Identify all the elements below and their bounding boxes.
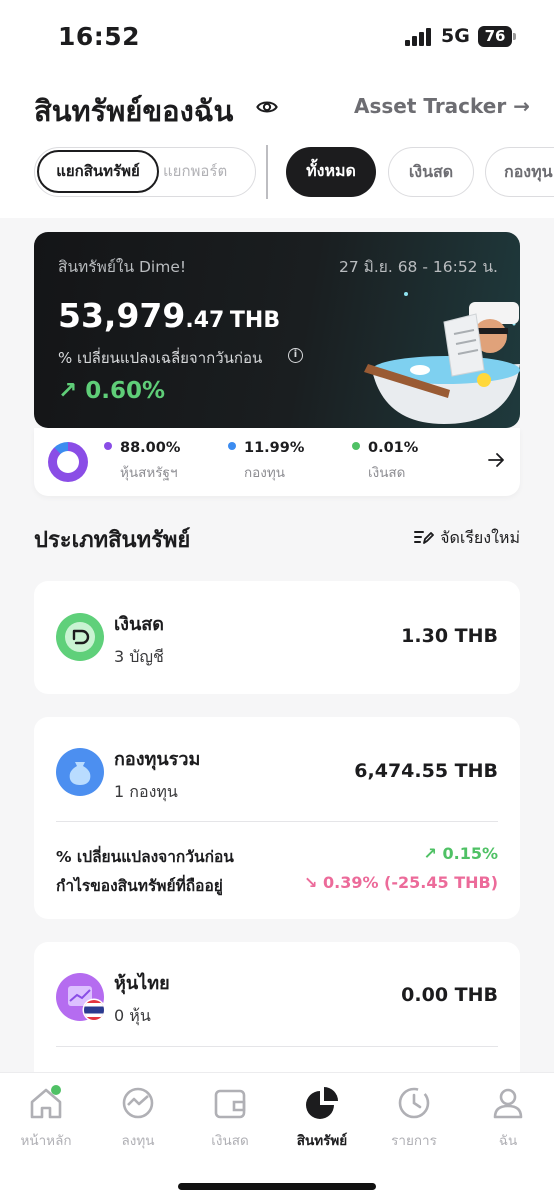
allocation-item: 0.01% เงินสด — [352, 440, 418, 483]
battery-icon: 76 — [478, 26, 516, 47]
page-title: สินทรัพย์ของฉัน — [34, 94, 234, 128]
dot-icon — [352, 442, 360, 450]
tab-profile[interactable]: ฉัน — [462, 1085, 554, 1151]
status-time: 16:52 — [58, 22, 141, 51]
tab-invest[interactable]: ลงทุน — [92, 1085, 184, 1151]
wallet-icon — [214, 1089, 246, 1119]
filter-cash[interactable]: เงินสด — [388, 147, 474, 197]
tab-label: ฉัน — [498, 1133, 518, 1149]
page-header: สินทรัพย์ของฉัน Asset Tracker → แยกสินทร… — [0, 70, 554, 218]
chart-icon — [122, 1087, 154, 1119]
dot-icon — [228, 442, 236, 450]
asset-sub: 3 บัญชี — [114, 647, 164, 666]
clock-icon — [398, 1087, 430, 1119]
asset-name: หุ้นไทย — [114, 973, 170, 994]
user-icon — [493, 1088, 523, 1119]
asset-tracker-link[interactable]: Asset Tracker → — [354, 94, 530, 118]
amount-main: 53,979 — [58, 296, 186, 335]
portfolio-label: สินทรัพย์ใน Dime! — [58, 258, 187, 276]
tab-label: รายการ — [391, 1133, 437, 1149]
divider — [56, 1046, 498, 1047]
asset-card-fund[interactable]: กองทุนรวม 1 กองทุน 6,474.55 THB % เปลี่ย… — [34, 717, 520, 919]
divider — [56, 821, 498, 822]
asset-name: กองทุนรวม — [114, 749, 201, 770]
allocation-item: 11.99% กองทุน — [228, 440, 304, 483]
tab-assets[interactable]: สินทรัพย์ — [276, 1085, 368, 1151]
segment-by-port[interactable]: แยกพอร์ต — [163, 150, 253, 193]
status-bar: 16:52 5G 76 — [0, 0, 554, 70]
eye-icon[interactable] — [256, 96, 278, 118]
asset-value: 6,474.55 THB — [354, 760, 498, 782]
allocation-item: 88.00% หุ้นสหรัฐฯ — [104, 440, 180, 483]
arrow-right-icon[interactable] — [486, 450, 506, 470]
segment-by-asset[interactable]: แยกสินทรัพย์ — [37, 150, 159, 193]
tab-transactions[interactable]: รายการ — [368, 1085, 460, 1151]
change-label: % เปลี่ยนแปลงจากวันก่อน — [56, 848, 234, 866]
asset-name: เงินสด — [114, 614, 164, 635]
dot-icon — [104, 442, 112, 450]
amount-currency: THB — [229, 308, 281, 333]
portfolio-date: 27 มิ.ย. 68 - 16:52 น. — [338, 258, 498, 276]
change-caption: % เปลี่ยนแปลงเฉลี่ยจากวันก่อน — [58, 349, 263, 367]
pie-chart-icon — [306, 1087, 338, 1119]
change-value: ↗ 0.15% — [423, 844, 498, 863]
cash-icon — [56, 613, 104, 661]
amount-decimal: .47 — [185, 308, 225, 333]
filter-all[interactable]: ทั้งหมด — [286, 147, 376, 197]
network-label: 5G — [441, 25, 470, 47]
asset-sub: 1 กองทุน — [114, 782, 178, 801]
tab-label: ลงทุน — [121, 1133, 155, 1149]
portfolio-amount: 53,979.47 THB — [58, 296, 280, 335]
asset-value: 1.30 THB — [401, 625, 498, 647]
change-value: ↗ 0.60% — [58, 378, 166, 404]
asset-card-thai-stock[interactable]: หุ้นไทย 0 หุ้น 0.00 THB — [34, 942, 520, 1092]
asset-value: 0.00 THB — [401, 984, 498, 1006]
view-segment: แยกสินทรัพย์ แยกพอร์ต — [34, 147, 256, 197]
asset-sub: 0 หุ้น — [114, 1006, 151, 1025]
tab-label: สินทรัพย์ — [296, 1133, 348, 1149]
asset-types-title: ประเภทสินทรัพย์ — [34, 528, 191, 553]
profit-label: กำไรของสินทรัพย์ที่ถืออยู่ — [56, 877, 223, 895]
tab-home[interactable]: หน้าหลัก — [0, 1085, 92, 1151]
portfolio-card[interactable]: สินทรัพย์ใน Dime! 27 มิ.ย. 68 - 16:52 น.… — [34, 232, 520, 428]
filter-fund[interactable]: กองทุน — [485, 147, 554, 197]
info-icon[interactable]: i — [288, 348, 303, 363]
tab-cash[interactable]: เงินสด — [184, 1085, 276, 1151]
home-indicator[interactable] — [178, 1183, 376, 1190]
edit-list-icon — [414, 531, 434, 544]
home-icon — [30, 1085, 62, 1119]
money-bag-icon — [56, 748, 104, 796]
signal-icon — [405, 28, 433, 46]
tab-label: หน้าหลัก — [20, 1133, 72, 1149]
bathtub-illustration — [364, 292, 520, 424]
thai-flag-icon — [82, 998, 106, 1022]
allocation-donut — [48, 442, 88, 482]
tab-label: เงินสด — [211, 1133, 249, 1149]
asset-card-cash[interactable]: เงินสด 3 บัญชี 1.30 THB — [34, 581, 520, 694]
divider — [266, 145, 268, 199]
allocation-summary[interactable]: 88.00% หุ้นสหรัฐฯ 11.99% กองทุน 0.01% เง… — [34, 428, 520, 496]
reorder-button[interactable]: จัดเรียงใหม่ — [414, 526, 520, 551]
profit-value: ↘ 0.39% (-25.45 THB) — [304, 873, 498, 892]
tab-bar: หน้าหลัก ลงทุน เงินสด สินทรัพย์ รายการ ฉ… — [0, 1072, 554, 1200]
